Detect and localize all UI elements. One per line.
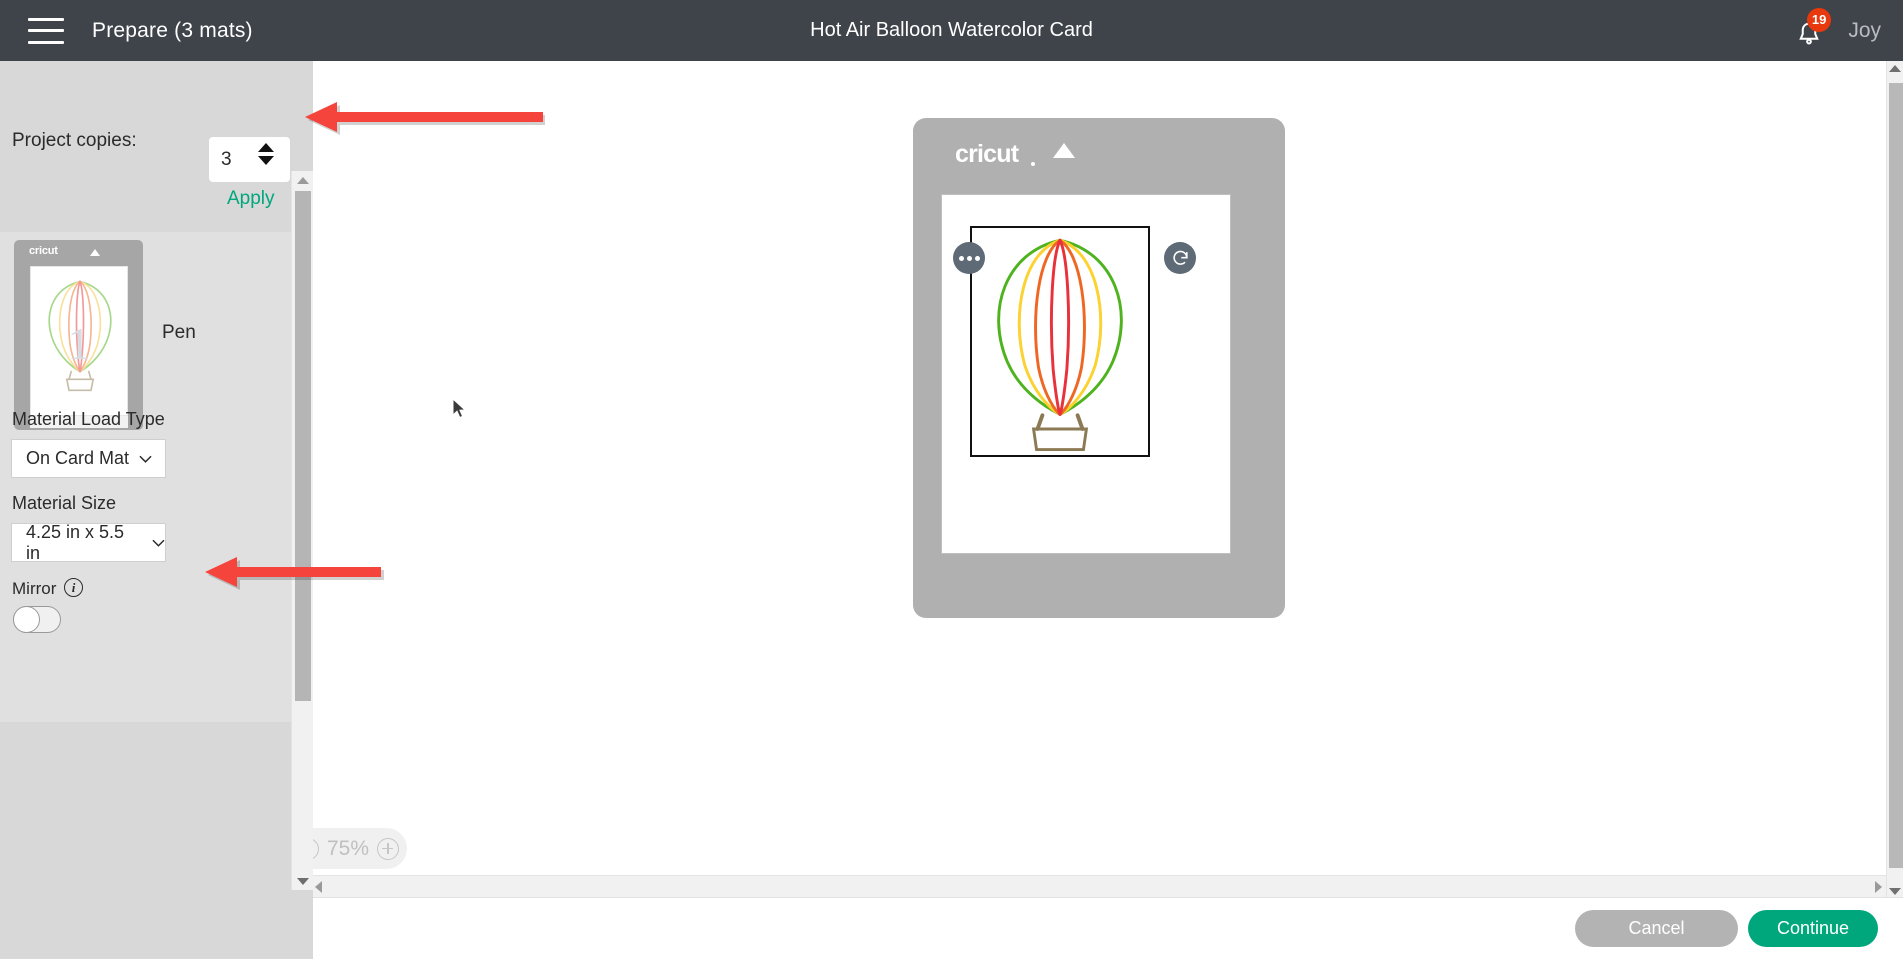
material-load-type-select[interactable]: On Card Mat — [11, 439, 166, 478]
canvas-vertical-scrollbar[interactable] — [1886, 61, 1903, 899]
canvas-scrollbar-thumb[interactable] — [1889, 83, 1903, 868]
sidebar-scrollbar[interactable] — [291, 171, 313, 890]
sidebar-scroll-down-button[interactable] — [292, 872, 314, 890]
zoom-out-icon[interactable] — [313, 837, 319, 860]
mats-list: cricut 1 Pen Material Load Type On Card … — [0, 232, 291, 899]
mat-card-1[interactable]: cricut 1 Pen Material Load Type On Card … — [0, 232, 291, 722]
user-name[interactable]: Joy — [1848, 19, 1881, 43]
mat-more-options-button[interactable] — [953, 242, 985, 274]
project-copies-value[interactable]: 3 — [221, 149, 232, 171]
mat-type-label-1: Pen — [162, 322, 196, 343]
canvas-horizontal-scrollbar[interactable] — [313, 875, 1886, 897]
material-load-type-label: Material Load Type — [12, 409, 165, 429]
arrow-up-icon — [297, 176, 309, 184]
mirror-toggle[interactable] — [13, 606, 61, 633]
notification-badge: 19 — [1806, 7, 1832, 32]
sidebar-scrollbar-thumb[interactable] — [295, 191, 311, 701]
zoom-in-icon[interactable] — [377, 837, 400, 860]
mat-triangle-marker-icon — [1053, 143, 1075, 158]
scroll-left-button[interactable] — [315, 881, 322, 893]
artwork-frame[interactable] — [970, 226, 1150, 457]
header-right-group: 19 Joy — [1786, 0, 1903, 61]
mirror-label: Mirror — [12, 579, 57, 598]
cancel-button[interactable]: Cancel — [1575, 910, 1738, 947]
notifications-button[interactable]: 19 — [1786, 7, 1832, 54]
spinner-arrows — [258, 143, 274, 165]
app-root: Prepare (3 mats) Hot Air Balloon Waterco… — [0, 0, 1903, 959]
footer-action-bar: Cancel Continue — [313, 897, 1903, 959]
material-load-type-value: On Card Mat — [26, 448, 130, 468]
chevron-down-icon — [139, 455, 152, 463]
chevron-down-icon — [152, 539, 165, 547]
spinner-decrement-icon[interactable] — [258, 156, 274, 165]
mat-card-2[interactable]: cricut — [0, 722, 291, 899]
material-size-select[interactable]: 4.25 in x 5.5 in — [11, 521, 166, 563]
arrow-down-icon — [297, 877, 309, 885]
project-title: Hot Air Balloon Watercolor Card — [810, 19, 1093, 41]
mat-number-watermark-1: 1 — [67, 318, 91, 369]
project-copies-spinner[interactable]: 3 — [209, 137, 290, 182]
thumb-header: cricut — [14, 240, 143, 264]
sidebar-scroll-up-button[interactable] — [292, 171, 314, 189]
spinner-increment-icon[interactable] — [258, 143, 274, 152]
thumb-sheet: 1 — [30, 266, 128, 416]
mirror-info-icon[interactable]: i — [64, 578, 83, 597]
cricut-logo-dot — [1031, 162, 1035, 166]
triangle-marker-icon — [90, 249, 100, 256]
zoom-level-label: 75% — [326, 836, 370, 860]
canvas-scroll-down-button[interactable] — [1889, 888, 1901, 895]
mat-rotate-button[interactable] — [1164, 242, 1196, 274]
material-size-label: Material Size — [12, 493, 117, 513]
project-copies-row: Project copies: 3 — [0, 61, 291, 182]
material-size-value: 4.25 in x 5.5 in — [26, 521, 125, 563]
hamburger-menu-icon[interactable] — [28, 17, 64, 44]
footer-sidebar-filler — [0, 897, 313, 959]
zoom-controls: 75% — [313, 828, 407, 869]
rotate-icon — [1172, 250, 1188, 265]
apply-button[interactable]: Apply — [227, 188, 275, 210]
project-copies-label: Project copies: — [12, 130, 137, 151]
scroll-right-button[interactable] — [1875, 881, 1882, 893]
canvas-scroll-up-button[interactable] — [1889, 65, 1901, 72]
app-header: Prepare (3 mats) Hot Air Balloon Waterco… — [0, 0, 1903, 61]
balloon-artwork — [997, 238, 1123, 452]
mat-canvas[interactable]: cricut 75% — [313, 61, 1886, 899]
continue-button[interactable]: Continue — [1748, 910, 1878, 947]
mat-preview-board[interactable]: cricut — [913, 118, 1285, 618]
cricut-logo-thumb: cricut — [29, 245, 58, 257]
mirror-toggle-knob — [13, 606, 40, 633]
card-sheet[interactable] — [941, 194, 1231, 554]
cricut-logo: cricut — [955, 140, 1019, 168]
left-sidebar: Project copies: 3 Apply cricut 1 Pen Mat… — [0, 61, 313, 899]
prepare-mode-label: Prepare (3 mats) — [92, 18, 253, 42]
more-dots-icon — [958, 255, 980, 261]
mat-thumbnail-1[interactable]: cricut 1 — [14, 240, 143, 430]
